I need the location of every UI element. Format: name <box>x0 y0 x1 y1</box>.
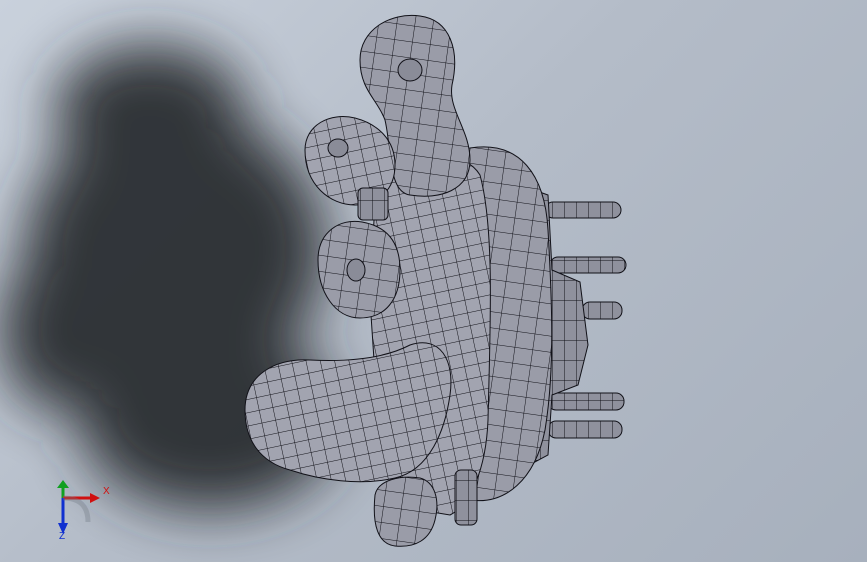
lug-stud[interactable] <box>581 301 623 320</box>
coordinate-triad: X Z <box>48 480 118 550</box>
lug-stud[interactable] <box>547 420 623 439</box>
lug-stud[interactable] <box>549 256 627 274</box>
lug-stud[interactable] <box>544 201 622 219</box>
upper-mount-tab[interactable] <box>357 187 389 221</box>
lower-bracket[interactable] <box>454 469 478 526</box>
triad-y-arrow <box>57 480 69 488</box>
middle-mount-hole <box>346 258 366 282</box>
triad-z-label: Z <box>59 531 66 542</box>
upper-mount-hole <box>327 138 349 158</box>
triad-x-label: X <box>103 486 110 497</box>
lower-tab[interactable] <box>373 476 438 547</box>
lug-stud[interactable] <box>547 392 625 411</box>
upper-arm-hole <box>397 58 423 82</box>
triad-x-arrow <box>90 493 100 503</box>
triad-plane-arc <box>62 495 91 523</box>
graphics-viewport[interactable]: X Z <box>0 0 867 562</box>
model-scene[interactable] <box>0 0 867 562</box>
